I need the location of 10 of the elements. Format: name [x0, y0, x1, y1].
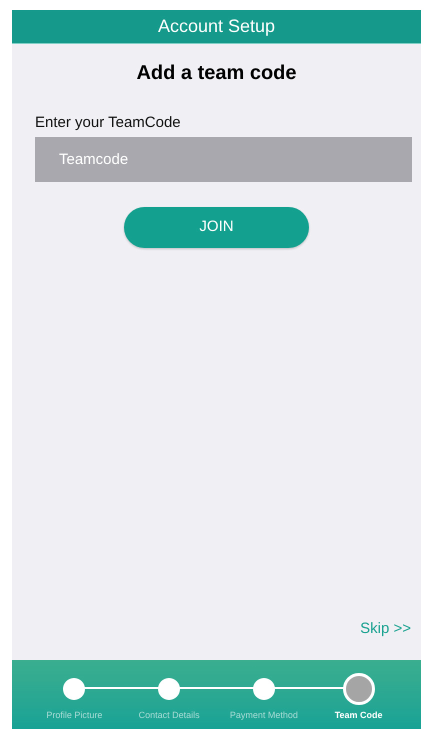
page-heading: Add a team code	[136, 61, 297, 86]
header-title: Account Setup	[158, 15, 276, 38]
field-label: Enter your TeamCode	[35, 113, 181, 133]
step-label: Team Code	[334, 709, 383, 722]
join-button[interactable]: JOIN	[124, 206, 309, 248]
step-label: Profile Picture	[46, 709, 102, 722]
team-code-field[interactable]: Teamcode	[35, 136, 412, 182]
skip-link[interactable]: Skip >>	[360, 618, 411, 640]
step-label: Contact Details	[138, 709, 200, 722]
step-label: Payment Method	[230, 709, 298, 722]
